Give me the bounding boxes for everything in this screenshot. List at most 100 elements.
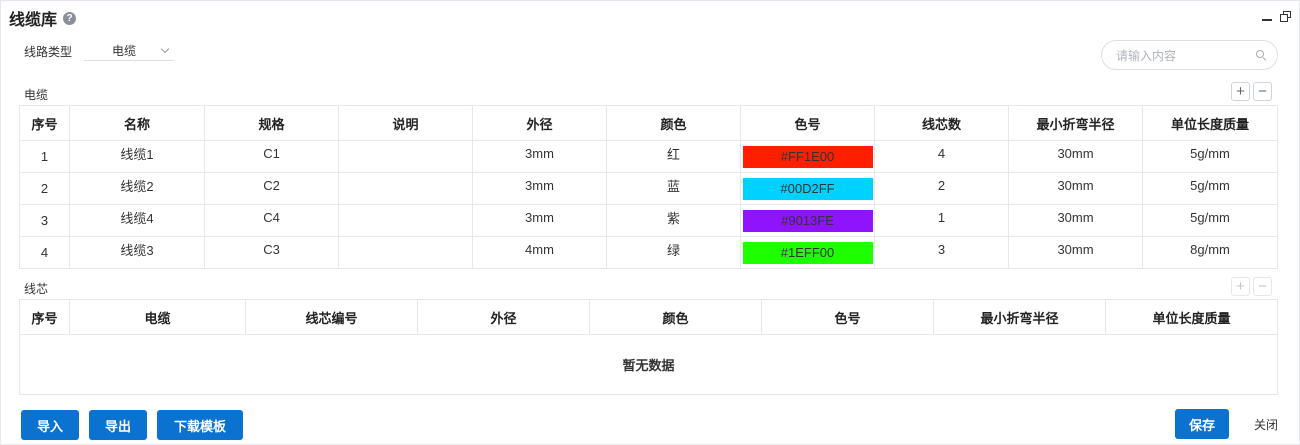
table-row[interactable]: 4 线缆3 C3 4mm 绿 #1EFF00 3 30mm 8g/mm xyxy=(19,236,1278,269)
cable-desc xyxy=(338,204,473,237)
add-cable-button[interactable]: + xyxy=(1231,82,1250,101)
core-table-header: 序号 电缆 线芯编号 外径 颜色 色号 最小折弯半径 单位长度质量 xyxy=(19,299,1278,335)
line-type-select[interactable]: 电缆 xyxy=(84,41,175,61)
column-header[interactable]: 最小折弯半径 xyxy=(933,299,1106,335)
cable-cores: 3 xyxy=(874,236,1009,269)
line-type-value: 电缆 xyxy=(112,44,137,58)
cable-desc xyxy=(338,140,473,173)
cable-spec: C2 xyxy=(204,172,339,205)
search-placeholder: 请输入内容 xyxy=(1116,48,1177,63)
row-index: 2 xyxy=(19,172,70,205)
cable-name: 线缆4 xyxy=(69,204,205,237)
export-button[interactable]: 导出 xyxy=(89,410,147,440)
column-header[interactable]: 颜色 xyxy=(589,299,762,335)
column-header[interactable]: 线芯数 xyxy=(874,105,1009,141)
cable-color-code-cell: #00D2FF xyxy=(740,172,875,205)
cable-color: 红 xyxy=(606,140,741,173)
column-header[interactable]: 名称 xyxy=(69,105,205,141)
page-title: 线缆库 xyxy=(9,12,58,29)
minimize-icon[interactable] xyxy=(1262,18,1272,21)
cable-cores: 4 xyxy=(874,140,1009,173)
cable-unit-mass: 5g/mm xyxy=(1142,204,1278,237)
column-header[interactable]: 单位长度质量 xyxy=(1105,299,1278,335)
column-header[interactable]: 单位长度质量 xyxy=(1142,105,1278,141)
cable-diameter: 4mm xyxy=(472,236,607,269)
column-header[interactable]: 颜色 xyxy=(606,105,741,141)
cable-desc xyxy=(338,236,473,269)
help-icon[interactable]: ? xyxy=(63,11,77,25)
cable-table: 序号 名称 规格 说明 外径 颜色 色号 线芯数 最小折弯半径 单位长度质量 1… xyxy=(19,105,1278,269)
cable-spec: C3 xyxy=(204,236,339,269)
cable-color: 绿 xyxy=(606,236,741,269)
table-row[interactable]: 2 线缆2 C2 3mm 蓝 #00D2FF 2 30mm 5g/mm xyxy=(19,172,1278,205)
cable-bend-radius: 30mm xyxy=(1008,236,1143,269)
row-index: 1 xyxy=(19,140,70,173)
cable-color-code-cell: #FF1E00 xyxy=(740,140,875,173)
column-header[interactable]: 说明 xyxy=(338,105,473,141)
color-swatch: #FF1E00 xyxy=(742,145,873,168)
cable-bend-radius: 30mm xyxy=(1008,204,1143,237)
cable-color-code-cell: #9013FE xyxy=(740,204,875,237)
cable-unit-mass: 8g/mm xyxy=(1142,236,1278,269)
cable-table-actions: + − xyxy=(1231,82,1272,101)
cable-table-header: 序号 名称 规格 说明 外径 颜色 色号 线芯数 最小折弯半径 单位长度质量 xyxy=(19,105,1278,141)
row-index: 4 xyxy=(19,236,70,269)
line-type-label: 线路类型 xyxy=(24,44,73,59)
cable-section-label: 电缆 xyxy=(24,88,49,102)
cable-library-dialog: 线缆库 ? 线路类型 电缆 请输入内容 电缆 + − 序号 名称 规格 说明 外… xyxy=(0,0,1300,445)
cable-name: 线缆3 xyxy=(69,236,205,269)
close-button[interactable]: 关闭 xyxy=(1254,416,1278,433)
color-swatch: #1EFF00 xyxy=(742,241,873,264)
column-header[interactable]: 序号 xyxy=(19,105,70,141)
table-row[interactable]: 3 线缆4 C4 3mm 紫 #9013FE 1 30mm 5g/mm xyxy=(19,204,1278,237)
cable-name: 线缆1 xyxy=(69,140,205,173)
cable-color: 蓝 xyxy=(606,172,741,205)
remove-cable-button[interactable]: − xyxy=(1253,82,1272,101)
line-type-filter: 线路类型 电缆 xyxy=(24,41,175,61)
core-table-actions: + − xyxy=(1231,277,1272,296)
column-header[interactable]: 规格 xyxy=(204,105,339,141)
core-table: 序号 电缆 线芯编号 外径 颜色 色号 最小折弯半径 单位长度质量 暂无数据 xyxy=(19,299,1278,395)
column-header[interactable]: 电缆 xyxy=(69,299,246,335)
chevron-down-icon xyxy=(160,44,170,53)
cable-cores: 1 xyxy=(874,204,1009,237)
color-swatch: #00D2FF xyxy=(742,177,873,200)
cable-unit-mass: 5g/mm xyxy=(1142,140,1278,173)
window-controls xyxy=(1262,11,1291,22)
column-header[interactable]: 外径 xyxy=(417,299,590,335)
restore-icon[interactable] xyxy=(1280,11,1291,22)
column-header[interactable]: 外径 xyxy=(472,105,607,141)
table-row[interactable]: 1 线缆1 C1 3mm 红 #FF1E00 4 30mm 5g/mm xyxy=(19,140,1278,173)
column-header[interactable]: 色号 xyxy=(740,105,875,141)
empty-state-text: 暂无数据 xyxy=(19,334,1278,395)
add-core-button[interactable]: + xyxy=(1231,277,1250,296)
save-button[interactable]: 保存 xyxy=(1175,409,1229,439)
cable-desc xyxy=(338,172,473,205)
color-swatch: #9013FE xyxy=(742,209,873,232)
column-header[interactable]: 最小折弯半径 xyxy=(1008,105,1143,141)
core-section-label: 线芯 xyxy=(24,282,49,296)
cable-diameter: 3mm xyxy=(472,172,607,205)
column-header[interactable]: 序号 xyxy=(19,299,70,335)
cable-unit-mass: 5g/mm xyxy=(1142,172,1278,205)
cable-spec: C4 xyxy=(204,204,339,237)
cable-diameter: 3mm xyxy=(472,204,607,237)
download-template-button[interactable]: 下载模板 xyxy=(157,410,243,440)
cable-diameter: 3mm xyxy=(472,140,607,173)
title-bar: 线缆库 ? xyxy=(9,7,77,29)
column-header[interactable]: 线芯编号 xyxy=(245,299,418,335)
remove-core-button[interactable]: − xyxy=(1253,277,1272,296)
row-index: 3 xyxy=(19,204,70,237)
import-button[interactable]: 导入 xyxy=(21,410,79,440)
cable-color-code-cell: #1EFF00 xyxy=(740,236,875,269)
search-input[interactable]: 请输入内容 xyxy=(1101,40,1278,70)
cable-color: 紫 xyxy=(606,204,741,237)
cable-bend-radius: 30mm xyxy=(1008,172,1143,205)
cable-bend-radius: 30mm xyxy=(1008,140,1143,173)
empty-row: 暂无数据 xyxy=(19,334,1278,395)
column-header[interactable]: 色号 xyxy=(761,299,934,335)
cable-name: 线缆2 xyxy=(69,172,205,205)
cable-cores: 2 xyxy=(874,172,1009,205)
cable-spec: C1 xyxy=(204,140,339,173)
search-icon xyxy=(1256,49,1267,61)
